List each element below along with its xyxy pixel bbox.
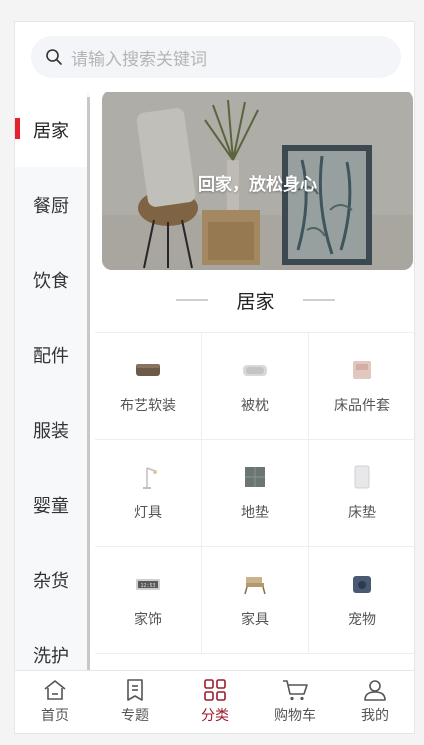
subcategory-label: 家饰 [134, 612, 162, 628]
tab-topics[interactable]: 专题 [95, 671, 175, 733]
sidebar-item-baby[interactable]: 婴童 [15, 467, 87, 542]
subcategory-label: 家具 [241, 612, 269, 628]
subcategory-item[interactable]: 宠物 [309, 547, 414, 654]
banner-caption: 回家，放松身心 [198, 175, 317, 195]
search-placeholder: 请输入搜索关键词 [71, 49, 207, 70]
subcategory-label: 地垫 [241, 505, 269, 521]
tab-cart[interactable]: 购物车 [255, 671, 335, 733]
tab-profile[interactable]: 我的 [335, 671, 414, 733]
heading-divider-right [302, 299, 335, 301]
subcategory-label: 宠物 [348, 612, 376, 628]
tab-label: 我的 [361, 708, 389, 724]
subcategory-item[interactable]: 12:53 家饰 [95, 547, 202, 654]
tab-category[interactable]: 分类 [175, 671, 255, 733]
svg-text:12:53: 12:53 [140, 583, 155, 589]
subcategory-item[interactable]: 灯具 [95, 440, 202, 547]
subcategory-item[interactable]: 家具 [202, 547, 309, 654]
sidebar-item-food[interactable]: 饮食 [15, 242, 87, 317]
subcategory-item[interactable]: 床垫 [309, 440, 414, 547]
category-banner[interactable]: 回家，放松身心 [102, 92, 413, 270]
subcategory-item[interactable]: 地垫 [202, 440, 309, 547]
clock-decor-icon: 12:53 [136, 579, 160, 590]
search-bar: 请输入搜索关键词 [15, 22, 414, 92]
sidebar-item-accessories[interactable]: 配件 [15, 317, 87, 392]
cushion-icon [136, 364, 160, 376]
sidebar-item-apparel[interactable]: 服装 [15, 392, 87, 467]
subcategory-label: 床品件套 [334, 398, 390, 414]
pet-bed-icon [353, 576, 371, 593]
tab-home[interactable]: 首页 [15, 671, 95, 733]
lamp-icon [143, 467, 157, 489]
subcategory-item[interactable]: 床品件套 [309, 333, 414, 440]
bookmark-icon [127, 679, 143, 701]
pillow-icon [243, 365, 267, 376]
tab-label: 专题 [121, 708, 149, 724]
search-icon [46, 49, 62, 65]
floor-mat-icon [245, 467, 265, 487]
subcategory-item[interactable]: 布艺软装 [95, 333, 202, 440]
grid-icon [204, 679, 226, 701]
heading-divider-left [176, 299, 209, 301]
sidebar-item-home[interactable]: 居家 [15, 92, 87, 167]
tab-label: 购物车 [274, 708, 316, 724]
home-icon [44, 680, 66, 700]
cart-icon [283, 680, 308, 701]
subcategory-label: 布艺软装 [120, 398, 176, 414]
category-content: 回家，放松身心 居家 布艺软装 被枕 床品件套 灯具 地垫 床垫 12:53 家… [95, 92, 414, 670]
category-sidebar: 居家 餐厨 饮食 配件 服装 婴童 杂货 洗护 [15, 92, 90, 670]
search-input[interactable]: 请输入搜索关键词 [31, 36, 401, 78]
sidebar-item-groceries[interactable]: 杂货 [15, 542, 87, 617]
category-heading: 居家 [95, 285, 414, 315]
subcategory-label: 被枕 [241, 398, 269, 414]
bedding-set-icon [353, 361, 371, 379]
subcategory-label: 灯具 [134, 505, 162, 521]
app-screen: 请输入搜索关键词 居家 餐厨 饮食 配件 服装 婴童 杂货 洗护 回家，放松身心… [14, 21, 415, 734]
mattress-icon [354, 465, 370, 489]
subcategory-label: 床垫 [348, 505, 376, 521]
bottom-tab-bar: 首页 专题 分类 购物车 我的 [15, 670, 414, 733]
tab-label: 分类 [201, 708, 229, 724]
user-icon [364, 680, 386, 701]
sidebar-scrollbar[interactable] [87, 97, 90, 670]
subcategory-grid: 布艺软装 被枕 床品件套 灯具 地垫 床垫 12:53 家饰 家具 宠物 [95, 332, 414, 654]
subcategory-item[interactable]: 被枕 [202, 333, 309, 440]
sidebar-item-kitchen[interactable]: 餐厨 [15, 167, 87, 242]
category-heading-text: 居家 [236, 290, 275, 313]
chair-icon [244, 577, 266, 595]
tab-label: 首页 [41, 708, 69, 724]
